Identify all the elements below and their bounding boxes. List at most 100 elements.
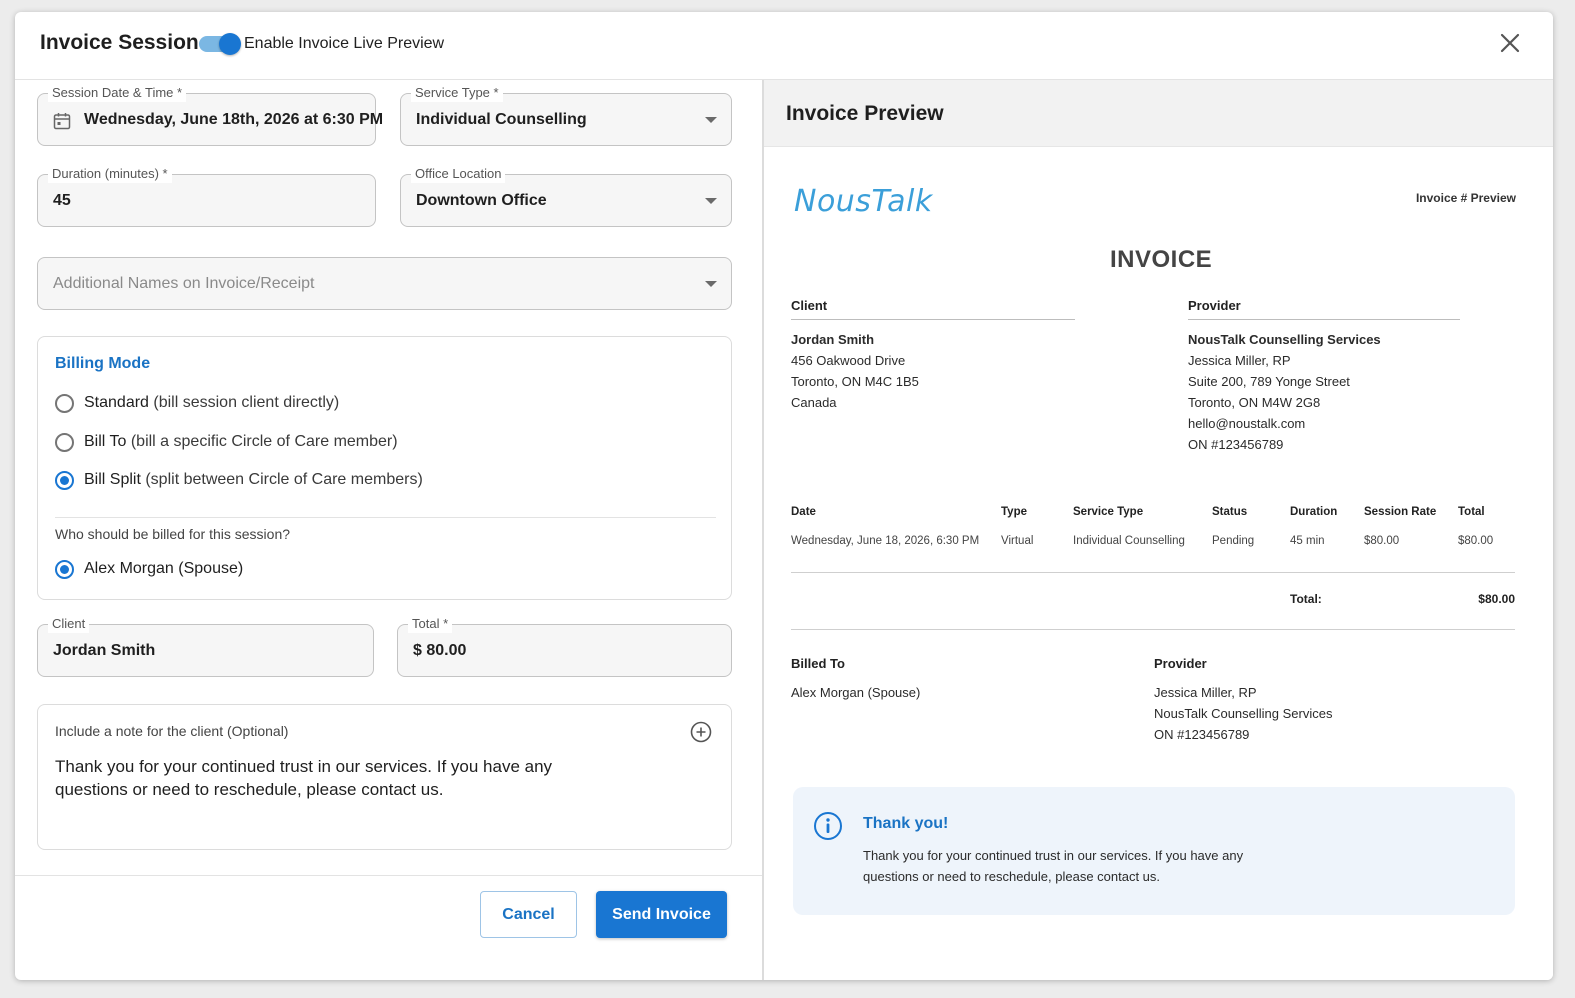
client-name: Jordan Smith: [791, 332, 875, 347]
table-cell-type: Virtual: [1001, 535, 1034, 547]
modal-header: Invoice Session Enable Invoice Live Prev…: [15, 12, 1553, 80]
provider-footer-line: ON #123456789: [1154, 727, 1250, 742]
provider-address-line: Suite 200, 789 Yonge Street: [1188, 374, 1350, 389]
total-value: $ 80.00: [413, 642, 467, 659]
invoice-session-modal: Invoice Session Enable Invoice Live Prev…: [15, 12, 1553, 980]
table-cell-duration: 45 min: [1290, 535, 1325, 547]
thank-you-text: Thank you for your continued trust in ou…: [863, 848, 1244, 884]
thank-you-title: Thank you!: [863, 815, 949, 832]
additional-names-placeholder: Additional Names on Invoice/Receipt: [53, 275, 315, 292]
session-date-label: Session Date & Time *: [48, 84, 187, 102]
client-field[interactable]: Client Jordan Smith: [37, 615, 374, 677]
calendar-icon: [53, 113, 71, 130]
office-location-select[interactable]: Office Location Downtown Office: [400, 165, 732, 227]
add-circle-icon[interactable]: [690, 721, 712, 743]
service-type-select[interactable]: Service Type * Individual Counselling: [400, 84, 732, 146]
billing-option-standard[interactable]: Standard (bill session client directly): [55, 393, 355, 415]
client-note-section[interactable]: Include a note for the client (Optional)…: [37, 704, 732, 850]
send-invoice-button[interactable]: Send Invoice: [596, 891, 727, 938]
table-cell-status: Pending: [1212, 535, 1255, 547]
divider: [1188, 319, 1460, 320]
invoice-number: Invoice # Preview: [1415, 191, 1516, 205]
client-address: Jordan Smith 456 Oakwood Drive Toronto, …: [791, 329, 919, 413]
table-cell-service-type: Individual Counselling: [1073, 535, 1185, 547]
provider-address: NousTalk Counselling Services Jessica Mi…: [1188, 329, 1381, 455]
table-header-type: Type: [1001, 506, 1027, 518]
billing-mode-title: Billing Mode: [55, 355, 151, 372]
provider-address-line: Jessica Miller, RP: [1188, 353, 1291, 368]
billing-mode-section: Billing Mode Standard (bill session clie…: [37, 336, 732, 600]
client-address-line: Canada: [791, 395, 837, 410]
info-icon: [814, 812, 842, 840]
provider-registration: ON #123456789: [1188, 437, 1284, 452]
total-field[interactable]: Total * $ 80.00: [397, 615, 732, 677]
noustalk-logo: NousTalk: [794, 184, 933, 219]
billing-question: Who should be billed for this session?: [55, 526, 291, 542]
radio-button-selected[interactable]: [55, 560, 74, 579]
chevron-down-icon: [705, 117, 717, 123]
billed-member-label: Alex Morgan (Spouse): [84, 560, 244, 577]
client-label: Client: [48, 615, 90, 633]
divider: [791, 319, 1075, 320]
session-date-value: Wednesday, June 18th, 2026 at 6:30 PM: [84, 111, 384, 128]
table-cell-session-rate: $80.00: [1364, 535, 1400, 547]
provider-name: NousTalk Counselling Services: [1188, 332, 1381, 347]
divider: [791, 629, 1515, 630]
cancel-button[interactable]: Cancel: [480, 891, 577, 938]
billing-option-label: Bill To (bill a specific Circle of Care …: [84, 433, 398, 450]
service-type-value: Individual Counselling: [416, 111, 587, 128]
billed-to-name: Alex Morgan (Spouse): [791, 685, 921, 700]
thank-you-callout: Thank you! Thank you for your continued …: [793, 787, 1515, 915]
client-address-line: 456 Oakwood Drive: [791, 353, 906, 368]
table-header-session-rate: Session Rate: [1364, 506, 1437, 518]
additional-names-select[interactable]: Additional Names on Invoice/Receipt: [37, 257, 732, 310]
duration-field[interactable]: Duration (minutes) * 45: [37, 165, 376, 227]
divider: [55, 517, 716, 518]
duration-value: 45: [53, 192, 71, 209]
table-cell-total: $80.00: [1458, 535, 1494, 547]
live-preview-toggle-label[interactable]: Enable Invoice Live Preview: [244, 35, 444, 53]
modal-title: Invoice Session: [40, 31, 199, 54]
provider-heading: Provider: [1188, 298, 1241, 313]
table-header-status: Status: [1212, 506, 1248, 518]
provider-footer-line: NousTalk Counselling Services: [1154, 706, 1333, 721]
table-header-service-type: Service Type: [1073, 506, 1144, 518]
billed-member-option[interactable]: Alex Morgan (Spouse): [55, 559, 255, 581]
client-address-line: Toronto, ON M4C 1B5: [791, 374, 919, 389]
office-location-label: Office Location: [411, 165, 506, 183]
provider-footer-heading: Provider: [1154, 656, 1207, 671]
billing-option-label: Standard (bill session client directly): [84, 394, 340, 411]
radio-button-selected[interactable]: [55, 471, 74, 490]
total-label: Total *: [408, 615, 453, 633]
provider-address-line: Toronto, ON M4W 2G8: [1188, 395, 1321, 410]
chevron-down-icon: [705, 198, 717, 204]
session-date-field[interactable]: Session Date & Time * Wednesday, June 18…: [37, 84, 383, 146]
billing-option-label: Bill Split (split between Circle of Care…: [84, 471, 423, 488]
chevron-down-icon: [705, 281, 717, 287]
table-header-duration: Duration: [1290, 506, 1338, 518]
preview-title: Invoice Preview: [786, 102, 944, 125]
radio-button[interactable]: [55, 394, 74, 413]
footer-divider: [15, 875, 762, 876]
preview-header: Invoice Preview: [764, 80, 1553, 147]
invoice-form: Session Date & Time * Wednesday, June 18…: [15, 80, 762, 980]
invoice-preview-panel: Invoice Preview NousTalk Invoice # Previ…: [764, 80, 1553, 980]
note-label: Include a note for the client (Optional): [55, 723, 289, 739]
invoice-heading: INVOICE: [1110, 246, 1213, 273]
note-text[interactable]: Thank you for your continued trust in ou…: [55, 755, 575, 801]
radio-button[interactable]: [55, 433, 74, 452]
table-header-total: Total: [1458, 506, 1485, 518]
invoice-total-value: $80.00: [1478, 592, 1515, 606]
toggle-knob[interactable]: [219, 33, 241, 55]
billing-option-bill-split[interactable]: Bill Split (split between Circle of Care…: [55, 470, 423, 492]
service-type-label: Service Type *: [411, 84, 503, 102]
billing-option-bill-to[interactable]: Bill To (bill a specific Circle of Care …: [55, 432, 398, 454]
client-value: Jordan Smith: [53, 642, 156, 659]
invoice-total-label: Total:: [1290, 592, 1322, 606]
live-preview-toggle[interactable]: [199, 33, 241, 55]
close-icon[interactable]: [1497, 30, 1523, 56]
divider: [791, 572, 1515, 573]
duration-label: Duration (minutes) *: [48, 165, 172, 183]
table-cell-date: Wednesday, June 18, 2026, 6:30 PM: [791, 535, 980, 547]
office-location-value: Downtown Office: [416, 192, 547, 209]
